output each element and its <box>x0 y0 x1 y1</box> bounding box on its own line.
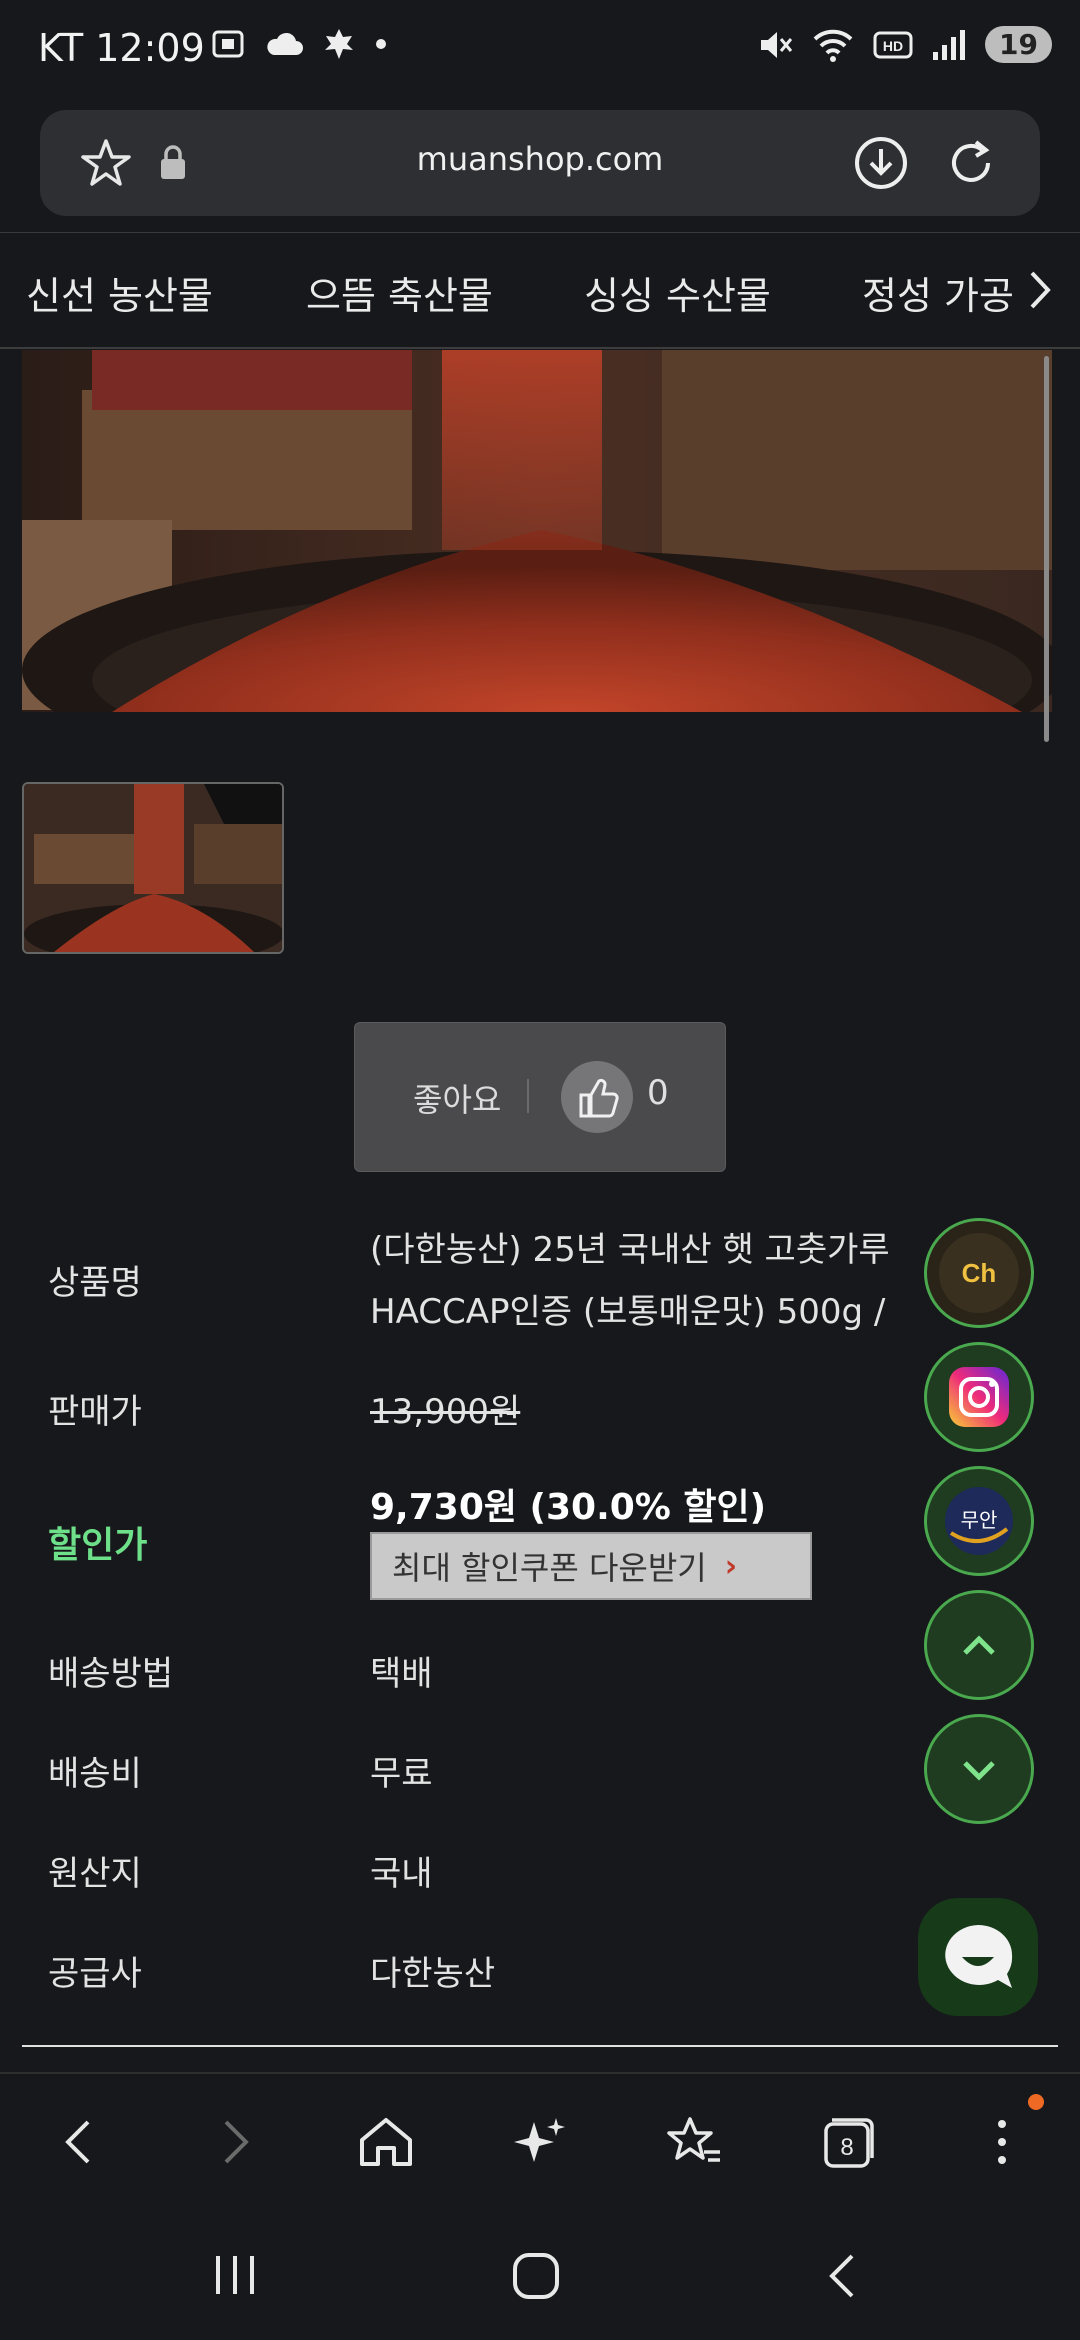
instagram-icon <box>949 1367 1009 1427</box>
like-label: 좋아요 <box>413 1081 502 1119</box>
supplier: 다한농산 <box>370 1954 496 1994</box>
chevron-down-icon <box>963 1761 995 1781</box>
cloud-icon <box>267 32 303 55</box>
product-name-line1: (다한농산) 25년 국내산 햇 고춧가루 <box>370 1230 890 1270</box>
category-fresh-produce[interactable]: 신선 농산물 <box>26 265 213 320</box>
chevron-up-icon <box>963 1635 995 1655</box>
svg-text:Ch: Ch <box>962 1258 997 1288</box>
product-name-label: 상품명 <box>48 1263 142 1303</box>
supplier-label: 공급사 <box>48 1954 142 1994</box>
section-divider <box>22 2045 1058 2047</box>
mute-icon <box>761 31 793 58</box>
download-icon[interactable] <box>852 134 910 192</box>
home-button-icon[interactable] <box>510 2250 562 2302</box>
browser-toolbar: 8 <box>0 2072 1080 2210</box>
shipping-method: 택배 <box>370 1654 433 1694</box>
original-price: 13,900원 <box>370 1392 521 1432</box>
price-label: 판매가 <box>48 1392 142 1432</box>
wifi-icon <box>813 29 853 62</box>
like-divider <box>527 1079 529 1113</box>
category-processed[interactable]: 정성 가공 <box>862 265 1014 320</box>
svg-text:HD: HD <box>883 38 903 54</box>
like-button[interactable]: 좋아요 0 <box>354 1022 726 1172</box>
chat-bubble-icon <box>945 1925 1013 1988</box>
scroll-bottom-button[interactable] <box>924 1714 1034 1824</box>
origin: 국내 <box>370 1854 433 1894</box>
system-back-icon[interactable] <box>822 2250 862 2302</box>
like-count: 0 <box>647 1073 669 1113</box>
home-icon[interactable] <box>356 2114 416 2170</box>
screenshot-icon <box>212 30 244 58</box>
notification-dot <box>1028 2094 1044 2110</box>
coupon-download-button[interactable]: 최대 할인쿠폰 다운받기 › <box>370 1532 812 1600</box>
category-nav: 신선 농산물 으뜸 축산물 싱싱 수산물 정성 가공 <box>0 232 1080 349</box>
bookmarks-icon[interactable] <box>664 2114 724 2170</box>
product-name-line2: HACCAP인증 (보통매운맛) 500g / <box>370 1292 886 1332</box>
tabs-icon[interactable]: 8 <box>818 2114 878 2170</box>
chevron-right-icon[interactable] <box>1024 267 1054 313</box>
svg-text:8: 8 <box>840 2134 853 2161</box>
product-thumbnail[interactable] <box>22 782 284 954</box>
hd-icon: HD <box>873 31 913 58</box>
channel-icon: Ch <box>939 1233 1019 1313</box>
forward-icon[interactable] <box>206 2114 262 2170</box>
leaf-icon <box>325 29 353 59</box>
scroll-top-button[interactable] <box>924 1590 1034 1700</box>
category-seafood[interactable]: 싱싱 수산물 <box>584 265 771 320</box>
discount-price-label: 할인가 <box>48 1525 148 1566</box>
address-bar[interactable]: muanshop.com <box>40 110 1040 216</box>
discount-price: 9,730원 (30.0% 할인) <box>370 1487 767 1528</box>
instagram-button[interactable] <box>924 1342 1034 1452</box>
origin-label: 원산지 <box>48 1854 142 1894</box>
product-image[interactable] <box>22 350 1052 712</box>
category-livestock[interactable]: 으뜸 축산물 <box>306 265 493 320</box>
svg-text:무안: 무안 <box>961 1508 998 1532</box>
thumbs-up-icon <box>561 1061 633 1133</box>
coupon-button-label: 최대 할인쿠폰 다운받기 <box>392 1549 707 1587</box>
recent-apps-icon[interactable] <box>210 2250 260 2300</box>
image-scrollbar[interactable] <box>1044 356 1049 742</box>
shipping-method-label: 배송방법 <box>48 1654 174 1694</box>
more-menu-icon[interactable] <box>984 2114 1020 2170</box>
signal-icon <box>933 29 966 60</box>
battery-level: 19 <box>985 26 1052 63</box>
system-navigation-bar <box>0 2208 1080 2340</box>
shipping-fee: 무료 <box>370 1754 433 1794</box>
chat-button[interactable] <box>918 1898 1038 2016</box>
sparkle-icon[interactable] <box>510 2114 570 2170</box>
status-time: KT 12:09 <box>38 26 205 70</box>
kakao-channel-button[interactable]: Ch <box>924 1218 1034 1328</box>
back-icon[interactable] <box>52 2114 108 2170</box>
reload-icon[interactable] <box>942 134 1000 192</box>
muan-logo-button[interactable]: 무안 <box>924 1466 1034 1576</box>
chevron-right-icon: › <box>724 1548 738 1584</box>
shipping-fee-label: 배송비 <box>48 1754 142 1794</box>
status-bar: KT 12:09 HD 19 <box>0 0 1080 100</box>
dot-icon <box>376 39 386 49</box>
muan-logo-icon: 무안 <box>945 1487 1013 1555</box>
